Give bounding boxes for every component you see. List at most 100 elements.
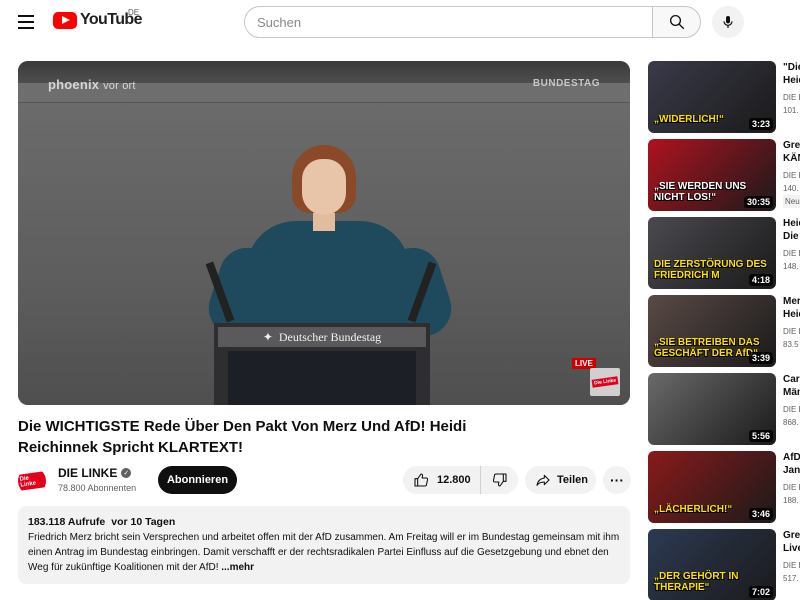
- recommendation-meta: DIE L 101.: [783, 91, 800, 117]
- recommendation-channel[interactable]: DIE L: [783, 559, 800, 572]
- recommendation-thumbnail[interactable]: „SIE WERDEN UNS NICHT LOS!“ 30:35: [648, 139, 776, 211]
- description-text: Friedrich Merz bricht sein Versprechen u…: [28, 532, 620, 573]
- recommendation-title[interactable]: Merz Heid: [783, 295, 800, 321]
- title-line: Heid: [783, 218, 800, 229]
- video-duration: 3:46: [748, 508, 773, 520]
- recommendation-item[interactable]: „SIE WERDEN UNS NICHT LOS!“30:35 Greg KÄN D…: [648, 139, 800, 211]
- title-line: "Die: [783, 62, 800, 73]
- title-line: Heid: [783, 75, 800, 86]
- video-duration: 7:02: [748, 586, 773, 598]
- recommendation-stats: 188.: [783, 496, 799, 505]
- share-label: Teilen: [557, 474, 588, 486]
- recommendation-thumbnail[interactable]: DIE ZERSTÖRUNG DES FRIEDRICH M 4:18: [648, 217, 776, 289]
- recommendation-stats: 148.: [783, 262, 799, 271]
- lectern-base: [228, 351, 416, 405]
- video-duration: 4:18: [748, 274, 773, 286]
- verified-icon: ✓: [121, 468, 132, 478]
- logo-region: DE: [128, 8, 140, 17]
- channel-watermark: phoenix vor ort: [48, 77, 136, 92]
- video-duration: 5:56: [748, 430, 773, 442]
- recommendation-channel[interactable]: DIE L: [783, 169, 800, 182]
- video-duration: 30:35: [743, 196, 773, 208]
- recommendation-channel[interactable]: DIE L: [783, 325, 800, 338]
- recommendation-thumbnail[interactable]: „DER GEHÖRT IN THERAPIE“ 7:02: [648, 529, 776, 600]
- eagle-icon: ✦: [262, 329, 273, 344]
- video-duration: 3:23: [748, 118, 773, 130]
- recommendation-stats: 83.5: [783, 340, 799, 349]
- dislike-button[interactable]: [481, 466, 518, 494]
- search-input[interactable]: [244, 6, 653, 38]
- title-line: KÄN: [783, 153, 800, 164]
- recommendation-channel[interactable]: DIE L: [783, 403, 800, 416]
- title-line: Caro: [783, 374, 800, 385]
- recommendation-meta: DIE L 83.5: [783, 325, 800, 351]
- video-player[interactable]: phoenix vor ort BUNDESTAG ✦ Deutscher Bu…: [18, 61, 630, 405]
- speaker-body: [246, 221, 410, 331]
- thumbs-down-icon: [492, 473, 507, 487]
- recommendation-stats: 517.: [783, 574, 799, 583]
- recommendation-thumbnail[interactable]: „LÄCHERLICH!“ 3:46: [648, 451, 776, 523]
- title-line: Die: [783, 231, 799, 242]
- view-count: 183.118 Aufrufe: [28, 516, 106, 528]
- title-line: Greg: [783, 530, 800, 541]
- channel-avatar[interactable]: Die Linke: [18, 467, 46, 495]
- recommendation-title[interactable]: "Die Heid: [783, 61, 800, 87]
- search-button[interactable]: [652, 6, 701, 38]
- bundestag-watermark: BUNDESTAG: [532, 78, 600, 89]
- thumbs-up-icon: [414, 473, 429, 487]
- search-icon: [669, 14, 684, 30]
- more-actions-button[interactable]: ···: [603, 466, 631, 494]
- recommendation-thumbnail[interactable]: „SIE BETREIBEN DAS GESCHÄFT DER AfD“ 3:39: [648, 295, 776, 367]
- recommendation-channel[interactable]: DIE L: [783, 247, 800, 260]
- video-title: Die WICHTIGSTE Rede Über Den Pakt Von Me…: [18, 418, 467, 456]
- speaker-face: [302, 159, 346, 215]
- like-button[interactable]: 12.800: [403, 466, 481, 494]
- title-line: Jan: [783, 465, 800, 476]
- recommendation-meta: DIE L 148.: [783, 247, 800, 273]
- recommendation-channel[interactable]: DIE L: [783, 481, 800, 494]
- recommendation-title[interactable]: Greg KÄN: [783, 139, 800, 165]
- recommendation-thumbnail[interactable]: 5:56: [648, 373, 776, 445]
- title-line: Merz: [783, 296, 800, 307]
- lectern-plate: ✦ Deutscher Bundestag: [218, 327, 426, 347]
- menu-icon[interactable]: [14, 10, 38, 34]
- video-duration: 3:39: [748, 352, 773, 364]
- recommendation-meta: DIE L 188.: [783, 481, 800, 507]
- title-line: AfD: [783, 452, 800, 463]
- new-badge: Neu: [783, 195, 800, 208]
- voice-search-button[interactable]: [712, 6, 744, 38]
- recommendation-stats: 140.: [783, 184, 799, 193]
- upload-age: vor 10 Tagen: [111, 516, 176, 528]
- recommendation-meta: DIE L 517.: [783, 559, 800, 585]
- recommendation-item[interactable]: „DER GEHÖRT IN THERAPIE“7:02 Greg Live DIE …: [648, 529, 800, 600]
- recommendation-meta: DIE L 140. Neu: [783, 169, 800, 208]
- youtube-logo[interactable]: YouTube DE: [53, 8, 142, 29]
- share-icon: [536, 474, 550, 486]
- recommendation-stats: 101.: [783, 106, 799, 115]
- subscribe-button[interactable]: Abonnieren: [158, 466, 237, 494]
- like-dislike-group: 12.800: [403, 466, 518, 494]
- recommendation-title[interactable]: AfD Jan: [783, 451, 800, 477]
- recommendation-channel[interactable]: DIE L: [783, 91, 800, 104]
- recommendation-item[interactable]: 5:56 Caro Män DIE L 868.: [648, 373, 800, 445]
- recommendation-thumbnail[interactable]: „WIDERLICH!“ 3:23: [648, 61, 776, 133]
- recommendation-title[interactable]: Greg Live: [783, 529, 800, 555]
- masthead: YouTube DE: [0, 0, 800, 44]
- recommendation-item[interactable]: „WIDERLICH!“3:23 "Die Heid DIE L 101.: [648, 61, 800, 133]
- recommendation-title[interactable]: Heid Die: [783, 217, 800, 243]
- mic-icon: [723, 16, 733, 28]
- show-more-link[interactable]: ...mehr: [221, 562, 254, 573]
- lectern-text: Deutscher Bundestag: [278, 329, 382, 344]
- recommendation-title[interactable]: Caro Män: [783, 373, 800, 399]
- description-box[interactable]: 183.118 Aufrufe vor 10 Tagen Friedrich Me…: [18, 506, 630, 584]
- recommendation-stats: 868.: [783, 418, 799, 427]
- recommendation-item[interactable]: „LÄCHERLICH!“3:46 AfD Jan DIE L 188.: [648, 451, 800, 523]
- recommendation-item[interactable]: DIE ZERSTÖRUNG DES FRIEDRICH M4:18 Heid Di…: [648, 217, 800, 289]
- title-line: Heid: [783, 309, 800, 320]
- share-button[interactable]: Teilen: [525, 466, 596, 494]
- like-count: 12.800: [437, 474, 471, 486]
- subscriber-count: 78.800 Abonnenten: [58, 483, 137, 493]
- title-line: Live: [783, 543, 800, 554]
- recommendation-item[interactable]: „SIE BETREIBEN DAS GESCHÄFT DER AfD“ 3:39…: [648, 295, 800, 367]
- channel-name[interactable]: DIE LINKE ✓: [58, 466, 132, 480]
